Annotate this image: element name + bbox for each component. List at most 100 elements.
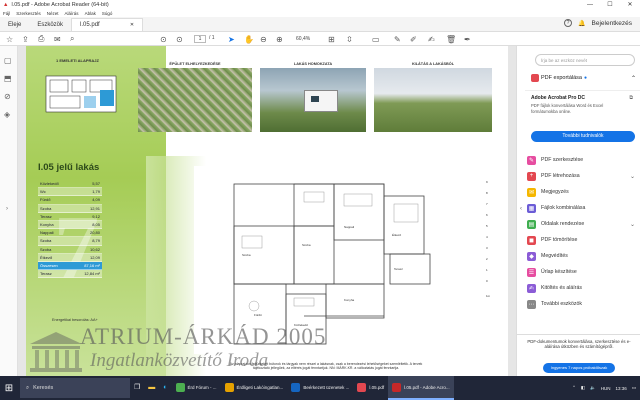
spec-value: 9,12 (92, 213, 100, 219)
tool-item[interactable]: + PDF létrehozása ⌄ (527, 170, 639, 182)
delete-icon[interactable]: 🗑 (446, 33, 456, 45)
zoom-out-icon[interactable]: ⊖ (260, 33, 267, 45)
maximize-button[interactable]: ☐ (600, 0, 620, 10)
hand-icon[interactable]: ✋ (244, 33, 254, 45)
menu-file[interactable]: Fájl (3, 11, 10, 16)
tool-item[interactable]: ⋯ További eszközök (527, 298, 639, 310)
next-page-icon[interactable]: ⊙ (176, 33, 183, 45)
tools-panel: ‹ Írja be az eszköz nevét PDF exportálás… (516, 46, 640, 376)
minimize-button[interactable]: — (580, 0, 600, 10)
tool-item[interactable]: ☰ Űrlap készítése (527, 266, 639, 278)
taskbar-app[interactable]: l.05.pdf (353, 376, 388, 400)
tool-item[interactable]: ◼ PDF tömörítése (527, 234, 639, 246)
tool-search-input[interactable]: Írja be az eszköz nevét (535, 54, 635, 66)
tool-item[interactable]: ▤ Oldalak rendezése ⌄ (527, 218, 639, 230)
signin-link[interactable]: Bejelentkezés (592, 20, 632, 27)
external-link-icon[interactable]: ⧉ (629, 95, 633, 101)
fit-page-icon[interactable]: ⊞ (328, 33, 335, 45)
tool-label: Kitöltés és aláírás (541, 285, 582, 291)
menu-sign[interactable]: Aláírás (65, 11, 79, 16)
watermark-company: ATRIUM-ÁRKÁD 2005 (80, 324, 327, 349)
fill-sign-icon[interactable]: ✒ (464, 33, 471, 45)
unit-title: I.05 jelű lakás (38, 162, 100, 173)
stamp-icon[interactable]: ✍ (428, 33, 435, 45)
pdf-page: 1 EMELETI ALAPRAJZ ÉPÜLET ELHELYEZKEDÉSE… (26, 46, 508, 376)
save-icon[interactable]: ☆ (6, 33, 13, 45)
tab-tools[interactable]: Eszközök (29, 18, 71, 31)
network-icon[interactable]: ◧ (581, 385, 585, 391)
task-view-icon[interactable]: ❐ (130, 376, 144, 400)
tool-item[interactable]: ✎ PDF szerkesztése (527, 154, 639, 166)
document-viewport[interactable]: 1 EMELETI ALAPRAJZ ÉPÜLET ELHELYEZKEDÉSE… (18, 46, 516, 376)
tool-item[interactable]: ▦ Fájlok kombinálása (527, 202, 639, 214)
menu-edit[interactable]: Szerkesztés (16, 11, 41, 16)
chevron-down-icon[interactable]: ⌄ (630, 221, 635, 228)
taskbar-app[interactable]: Érdligeti Lakóingatlan... (221, 376, 288, 400)
spec-value: 87,16 m² (84, 262, 100, 268)
tool-item[interactable]: ✉ Megjegyzés (527, 186, 639, 198)
prev-page-icon[interactable]: ⊙ (160, 33, 167, 45)
language-indicator[interactable]: HUN (601, 386, 611, 391)
spec-name: Szoba (40, 238, 52, 244)
email-icon[interactable]: ✉ (54, 33, 61, 45)
spec-row: Összesen 87,16 m² (38, 261, 102, 271)
help-icon[interactable]: ? (564, 19, 573, 27)
close-window-button[interactable]: ✕ (620, 0, 640, 10)
spec-row: Szoba 8,79 (38, 237, 102, 246)
page-number-input[interactable]: 1 (194, 35, 206, 43)
scroll-mode-icon[interactable]: ⇳ (346, 33, 353, 45)
tool-item[interactable]: ✍ Kitöltés és aláírás (527, 282, 639, 294)
menu-help[interactable]: Súgó (102, 11, 113, 16)
collapse-right-panel-icon[interactable]: ‹ (520, 206, 522, 212)
scale-bar: 9 8 7 6 5 4 3 2 1 0 1m (486, 180, 496, 298)
spec-name: Nappali (40, 230, 54, 236)
tab-home[interactable]: Eleje (0, 18, 29, 31)
highlight-pen-icon[interactable]: ✎ (394, 33, 401, 45)
collapse-left-panel-icon[interactable]: › (6, 206, 8, 212)
taskbar-app[interactable]: Beérkezett üzenetek ... (287, 376, 353, 400)
navigation-rail: ▢ ⬒ ⊘ ◈ › (0, 46, 18, 376)
export-pdf-tool[interactable]: PDF exportálása ● ⌃ (531, 74, 636, 82)
promo-box: Adobe Acrobat Pro DC ⧉ PDF fájlok konver… (525, 90, 640, 144)
tool-icon: ◆ (527, 251, 536, 261)
chevron-up-tray-icon[interactable]: ⌃ (572, 385, 576, 391)
notifications-icon[interactable]: ▭ (632, 385, 636, 391)
tool-label: PDF létrehozása (541, 173, 580, 179)
windows-start-icon[interactable]: ⊞ (0, 376, 18, 400)
select-cursor-icon[interactable]: ➤ (228, 33, 235, 45)
print-icon[interactable]: ⎙ (38, 33, 44, 45)
upload-icon[interactable]: ⇪ (22, 33, 29, 45)
temple-watermark-icon (30, 332, 82, 372)
find-icon[interactable]: ⌕ (70, 33, 74, 45)
comment-icon[interactable]: ▭ (372, 33, 380, 45)
tool-item[interactable]: ◆ Megvédítés (527, 250, 639, 262)
file-explorer-icon[interactable]: ▬ (144, 376, 159, 400)
layers-icon[interactable]: ◈ (4, 110, 10, 119)
draw-icon[interactable]: ✐ (410, 33, 417, 45)
tool-label: További eszközök (541, 301, 582, 307)
clock[interactable]: 13:36 (615, 386, 626, 391)
chevron-up-icon[interactable]: ⌃ (631, 75, 636, 82)
attachment-icon[interactable]: ⊘ (4, 92, 11, 101)
tab-close-icon[interactable]: ✕ (130, 22, 134, 28)
zoom-level[interactable]: 60,4% (296, 35, 318, 43)
spec-row: Wc 1,79 (38, 188, 102, 197)
bell-icon[interactable]: 🔔 (578, 20, 585, 27)
edge-icon[interactable]: ◐ (159, 376, 171, 400)
menu-view[interactable]: Nézet (47, 11, 59, 16)
spec-name: Terasz (40, 271, 52, 277)
volume-icon[interactable]: 🔈 (590, 385, 596, 391)
bookmark-icon[interactable]: ⬒ (4, 74, 12, 83)
panel-footer: PDF-dokumentumok konvertálása, szerkeszt… (517, 334, 640, 373)
photo-location: ÉPÜLET ELHELYEZKEDÉSE (138, 62, 252, 132)
taskbar-app[interactable]: Érd Fórum - ... (172, 376, 221, 400)
free-trial-button[interactable]: Ingyenes 7 napos próbaidőszak (543, 363, 615, 373)
pages-thumbnail-icon[interactable]: ▢ (4, 56, 12, 65)
chevron-down-icon[interactable]: ⌄ (630, 173, 635, 180)
zoom-in-icon[interactable]: ⊕ (276, 33, 283, 45)
tab-document[interactable]: l.05.pdf ✕ (71, 18, 144, 31)
menu-window[interactable]: Ablak (85, 11, 96, 16)
taskbar-app[interactable]: l.05.pdf - Adobe Acro... (388, 376, 454, 400)
learn-more-button[interactable]: További tudnivalók (531, 131, 635, 142)
taskbar-search[interactable]: ⌕ Keresés (20, 378, 130, 398)
